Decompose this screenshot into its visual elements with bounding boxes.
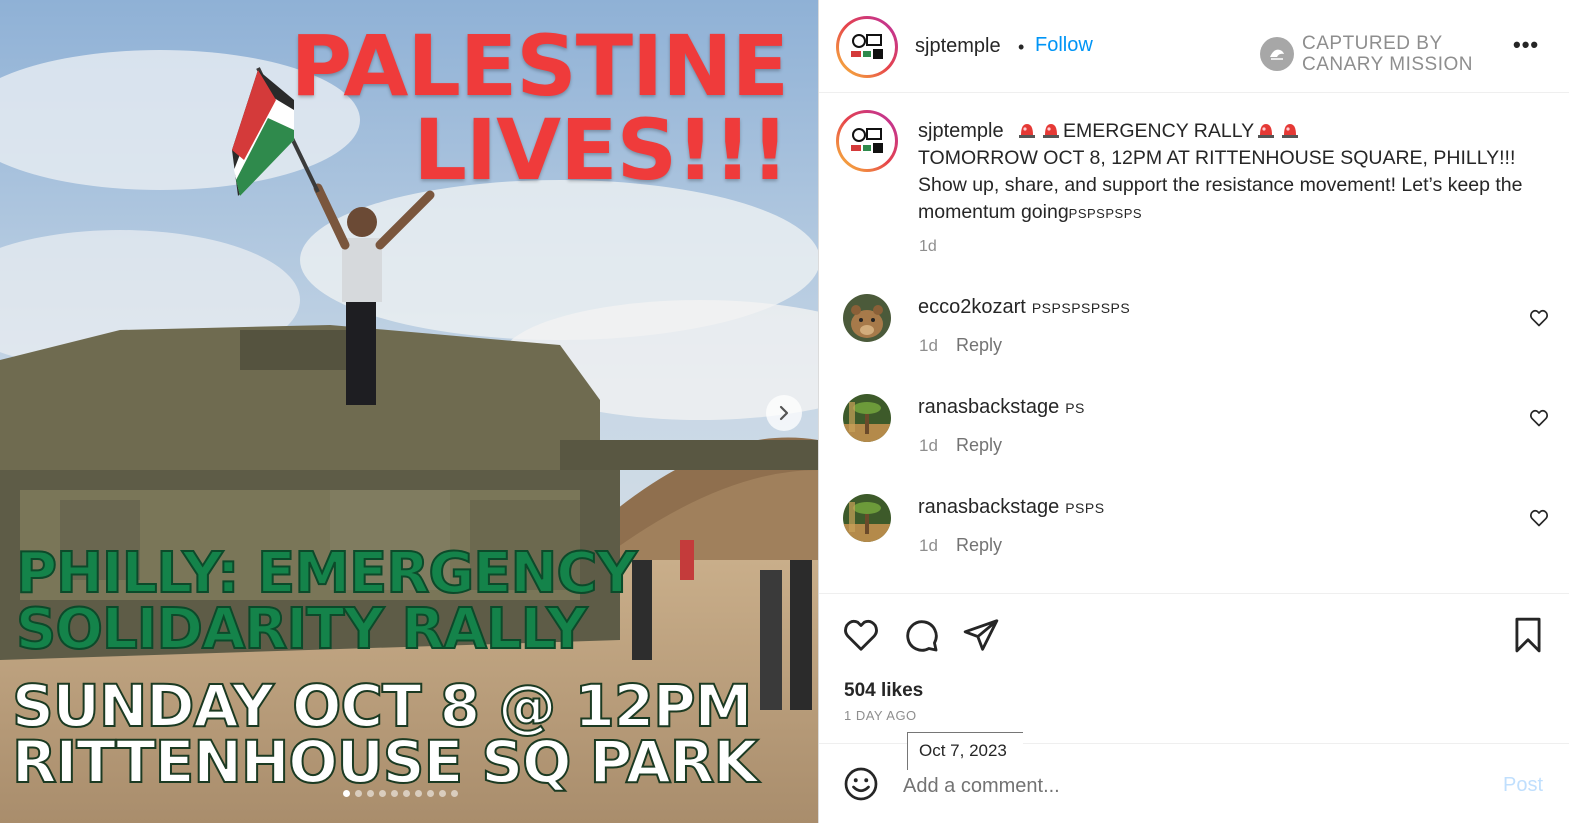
event-line: SUNDAY OCT 8 @ 12PM [11, 672, 753, 740]
rally-text: PHILLY: EMERGENCY SOLIDARITY RALLY [15, 541, 638, 662]
comment-time[interactable]: 1d [919, 536, 938, 556]
reply-button[interactable]: Reply [956, 535, 1002, 556]
caption-timestamp[interactable]: 1d [919, 238, 937, 256]
reply-button[interactable]: Reply [956, 335, 1002, 356]
comment-username-line: ranasbackstage PS [918, 396, 1085, 419]
comment-username-line: ranasbackstage PSPS [918, 496, 1105, 519]
add-comment-input[interactable] [903, 771, 1463, 801]
post-header: sjptemple • Follow CAPTURED BY CANARY MI… [819, 0, 1569, 93]
commenter-avatar[interactable] [843, 394, 891, 442]
carousel-dot [415, 790, 422, 797]
captured-badge: CAPTURED BY CANARY MISSION [1260, 33, 1473, 75]
caption-body: Show up, share, and support the resistan… [918, 174, 1523, 223]
post-side-panel: sjptemple • Follow CAPTURED BY CANARY MI… [819, 0, 1569, 823]
comment-text: PSPS [1065, 500, 1105, 516]
more-options-button[interactable]: ••• [1513, 32, 1539, 58]
comment-username[interactable]: ecco2kozart [918, 296, 1026, 318]
siren-icon [1043, 124, 1060, 138]
bear-avatar-image [843, 294, 891, 342]
carousel-dot [391, 790, 398, 797]
sjp-logo-icon [849, 33, 885, 61]
caption-username[interactable]: sjptemple [918, 120, 1004, 142]
caption-line: TOMORROW OCT 8, 12PM AT RITTENHOUSE SQUA… [918, 147, 1516, 169]
heart-icon[interactable] [1529, 508, 1549, 528]
commenter-avatar[interactable] [843, 294, 891, 342]
carousel-dot [367, 790, 374, 797]
comment-item: ecco2kozart PSPSPSPSPS 1d Reply [843, 294, 1548, 374]
event-details-text: SUNDAY OCT 8 @ 12PM RITTENHOUSE SQ PARK [11, 672, 759, 796]
carousel-dot [427, 790, 434, 797]
comment-text: PSPSPSPSPS [1031, 300, 1131, 316]
headline-line: PALESTINE [290, 17, 789, 115]
comment-icon[interactable] [902, 616, 940, 654]
emoji-icon[interactable] [843, 766, 879, 802]
comment-item: ranasbackstage PS 1d Reply [843, 394, 1548, 474]
post-actions: 504 likes 1 DAY AGO [819, 593, 1569, 743]
headline-text: PALESTINE LIVES!!! [290, 17, 789, 199]
post-age[interactable]: 1 DAY AGO [844, 708, 917, 723]
sjp-logo-icon [849, 127, 885, 155]
rally-line: PHILLY: EMERGENCY [15, 541, 638, 606]
siren-icon [1019, 124, 1036, 138]
carousel-dot [439, 790, 446, 797]
headline-line: LIVES!!! [413, 101, 789, 199]
comment-item: ranasbackstage PSPS 1d Reply [843, 494, 1548, 574]
author-avatar[interactable] [836, 16, 898, 78]
carousel-next-button[interactable] [766, 395, 802, 431]
caption-trailing: PSPSPSPS [1068, 206, 1143, 221]
carousel-indicator [343, 790, 458, 797]
instagram-post-view: PALESTINE LIVES!!! PHILLY: EMERGENCY SOL… [0, 0, 1569, 823]
share-icon[interactable] [962, 616, 1000, 654]
post-comment-button[interactable]: Post [1503, 774, 1543, 797]
post-caption: sjptemple EMERGENCY RALLY TOMORROW OCT 8… [918, 118, 1538, 227]
siren-icon [1282, 124, 1299, 138]
post-image[interactable]: PALESTINE LIVES!!! PHILLY: EMERGENCY SOL… [0, 0, 818, 823]
palm-avatar-image [843, 394, 891, 442]
captured-line: CAPTURED BY [1302, 33, 1443, 54]
follow-button[interactable]: Follow [1035, 34, 1093, 57]
comment-username[interactable]: ranasbackstage [918, 396, 1059, 418]
comment-time[interactable]: 1d [919, 436, 938, 456]
captured-line: CANARY MISSION [1302, 54, 1474, 75]
rally-line: SOLIDARITY RALLY [15, 597, 588, 662]
comment-time[interactable]: 1d [919, 336, 938, 356]
like-heart-icon[interactable] [842, 616, 880, 654]
captured-text: CAPTURED BY CANARY MISSION [1302, 33, 1473, 75]
likes-count[interactable]: 504 likes [844, 680, 923, 702]
palm-avatar-image [843, 494, 891, 542]
header-username[interactable]: sjptemple [915, 35, 1001, 58]
comment-username-line: ecco2kozart PSPSPSPSPS [918, 296, 1130, 319]
canary-icon [1260, 37, 1294, 71]
header-separator: • [1018, 37, 1025, 57]
event-line: RITTENHOUSE SQ PARK [11, 728, 759, 796]
caption-avatar[interactable] [836, 110, 898, 172]
commenter-avatar[interactable] [843, 494, 891, 542]
heart-icon[interactable] [1529, 308, 1549, 328]
bookmark-icon[interactable] [1509, 616, 1547, 654]
reply-button[interactable]: Reply [956, 435, 1002, 456]
date-tooltip: Oct 7, 2023 [907, 732, 1023, 770]
carousel-dot [343, 790, 350, 797]
carousel-dot [403, 790, 410, 797]
carousel-dot [379, 790, 386, 797]
heart-icon[interactable] [1529, 408, 1549, 428]
comment-username[interactable]: ranasbackstage [918, 496, 1059, 518]
siren-icon [1258, 124, 1275, 138]
carousel-dot [451, 790, 458, 797]
comment-text: PS [1065, 400, 1085, 416]
carousel-dot [355, 790, 362, 797]
caption-title: EMERGENCY RALLY [1063, 120, 1255, 142]
next-arrow-icon [779, 405, 789, 421]
